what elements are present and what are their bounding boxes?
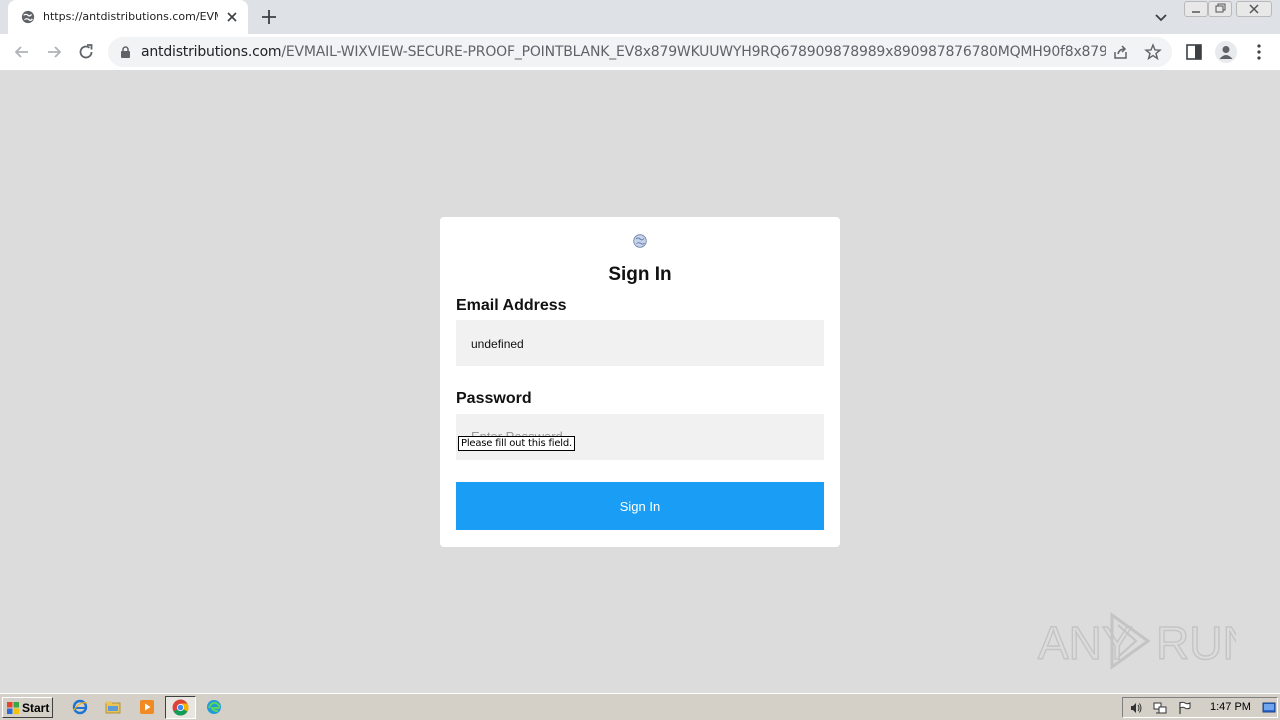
windows-flag-icon — [7, 701, 19, 714]
system-tray: 1:47 PM — [1122, 697, 1278, 718]
validation-tooltip: Please fill out this field. — [458, 436, 576, 451]
profile-avatar[interactable] — [1215, 41, 1237, 63]
media-player-icon[interactable] — [139, 699, 155, 715]
taskbar: Start 1:47 PM — [0, 693, 1280, 720]
person-icon — [1219, 46, 1233, 59]
close-icon — [1249, 4, 1259, 14]
bookmark-star-icon[interactable] — [1144, 43, 1162, 61]
address-bar[interactable]: antdistributions.com/EVMAIL-WIXVIEW-SECU… — [108, 37, 1172, 67]
globe-icon — [21, 10, 35, 24]
volume-icon[interactable] — [1129, 701, 1143, 715]
ie-icon[interactable] — [72, 699, 88, 715]
close-window-button[interactable] — [1236, 1, 1272, 17]
email-field[interactable]: undefined — [456, 320, 824, 366]
side-panel-icon[interactable] — [1185, 43, 1203, 61]
tab-title: https://antdistributions.com/EVMAIL — [43, 10, 218, 23]
signin-card: Sign In Email Address undefined Password… — [440, 217, 840, 547]
forward-icon[interactable] — [44, 42, 64, 62]
chrome-taskbar-button[interactable] — [165, 696, 196, 719]
clock: 1:47 PM — [1210, 701, 1251, 713]
back-icon[interactable] — [12, 42, 32, 62]
chrome-icon — [172, 699, 189, 716]
anyrun-watermark: ANY RUN — [1037, 612, 1236, 670]
watermark-text-right: RUN — [1156, 617, 1236, 669]
url-text: antdistributions.com/EVMAIL-WIXVIEW-SECU… — [141, 44, 1106, 60]
minimize-button[interactable] — [1184, 1, 1208, 17]
network-icon[interactable] — [1153, 701, 1167, 715]
start-button[interactable]: Start — [2, 697, 53, 718]
flag-icon[interactable] — [1177, 701, 1191, 715]
show-desktop-icon[interactable] — [1262, 701, 1276, 715]
restore-icon — [1215, 3, 1226, 13]
url-host: antdistributions.com — [141, 44, 282, 60]
restore-button[interactable] — [1208, 1, 1232, 17]
new-tab-icon[interactable] — [258, 6, 280, 28]
start-label: Start — [22, 700, 50, 715]
chevron-down-icon[interactable] — [1152, 8, 1170, 26]
url-path: /EVMAIL-WIXVIEW-SECURE-PROOF_POINTBLANK_… — [281, 44, 1106, 60]
signin-title: Sign In — [608, 264, 672, 285]
explorer-icon[interactable] — [105, 699, 121, 715]
minimize-icon — [1192, 11, 1200, 13]
menu-dots-icon[interactable] — [1250, 42, 1268, 62]
browser-tab[interactable]: https://antdistributions.com/EVMAIL — [8, 0, 248, 34]
page-content: Sign In Email Address undefined Password… — [0, 71, 1280, 693]
email-value: undefined — [471, 337, 524, 351]
password-label: Password — [456, 390, 532, 407]
edge-icon[interactable] — [206, 699, 222, 715]
lock-icon[interactable] — [120, 46, 131, 58]
share-icon[interactable] — [1112, 44, 1129, 61]
tab-strip: https://antdistributions.com/EVMAIL — [0, 0, 1280, 34]
globe-icon — [633, 234, 647, 248]
close-tab-icon[interactable] — [224, 9, 240, 25]
signin-button[interactable]: Sign In — [456, 482, 824, 530]
reload-icon[interactable] — [76, 42, 96, 62]
email-label: Email Address — [456, 297, 567, 314]
browser-toolbar: antdistributions.com/EVMAIL-WIXVIEW-SECU… — [0, 34, 1280, 71]
